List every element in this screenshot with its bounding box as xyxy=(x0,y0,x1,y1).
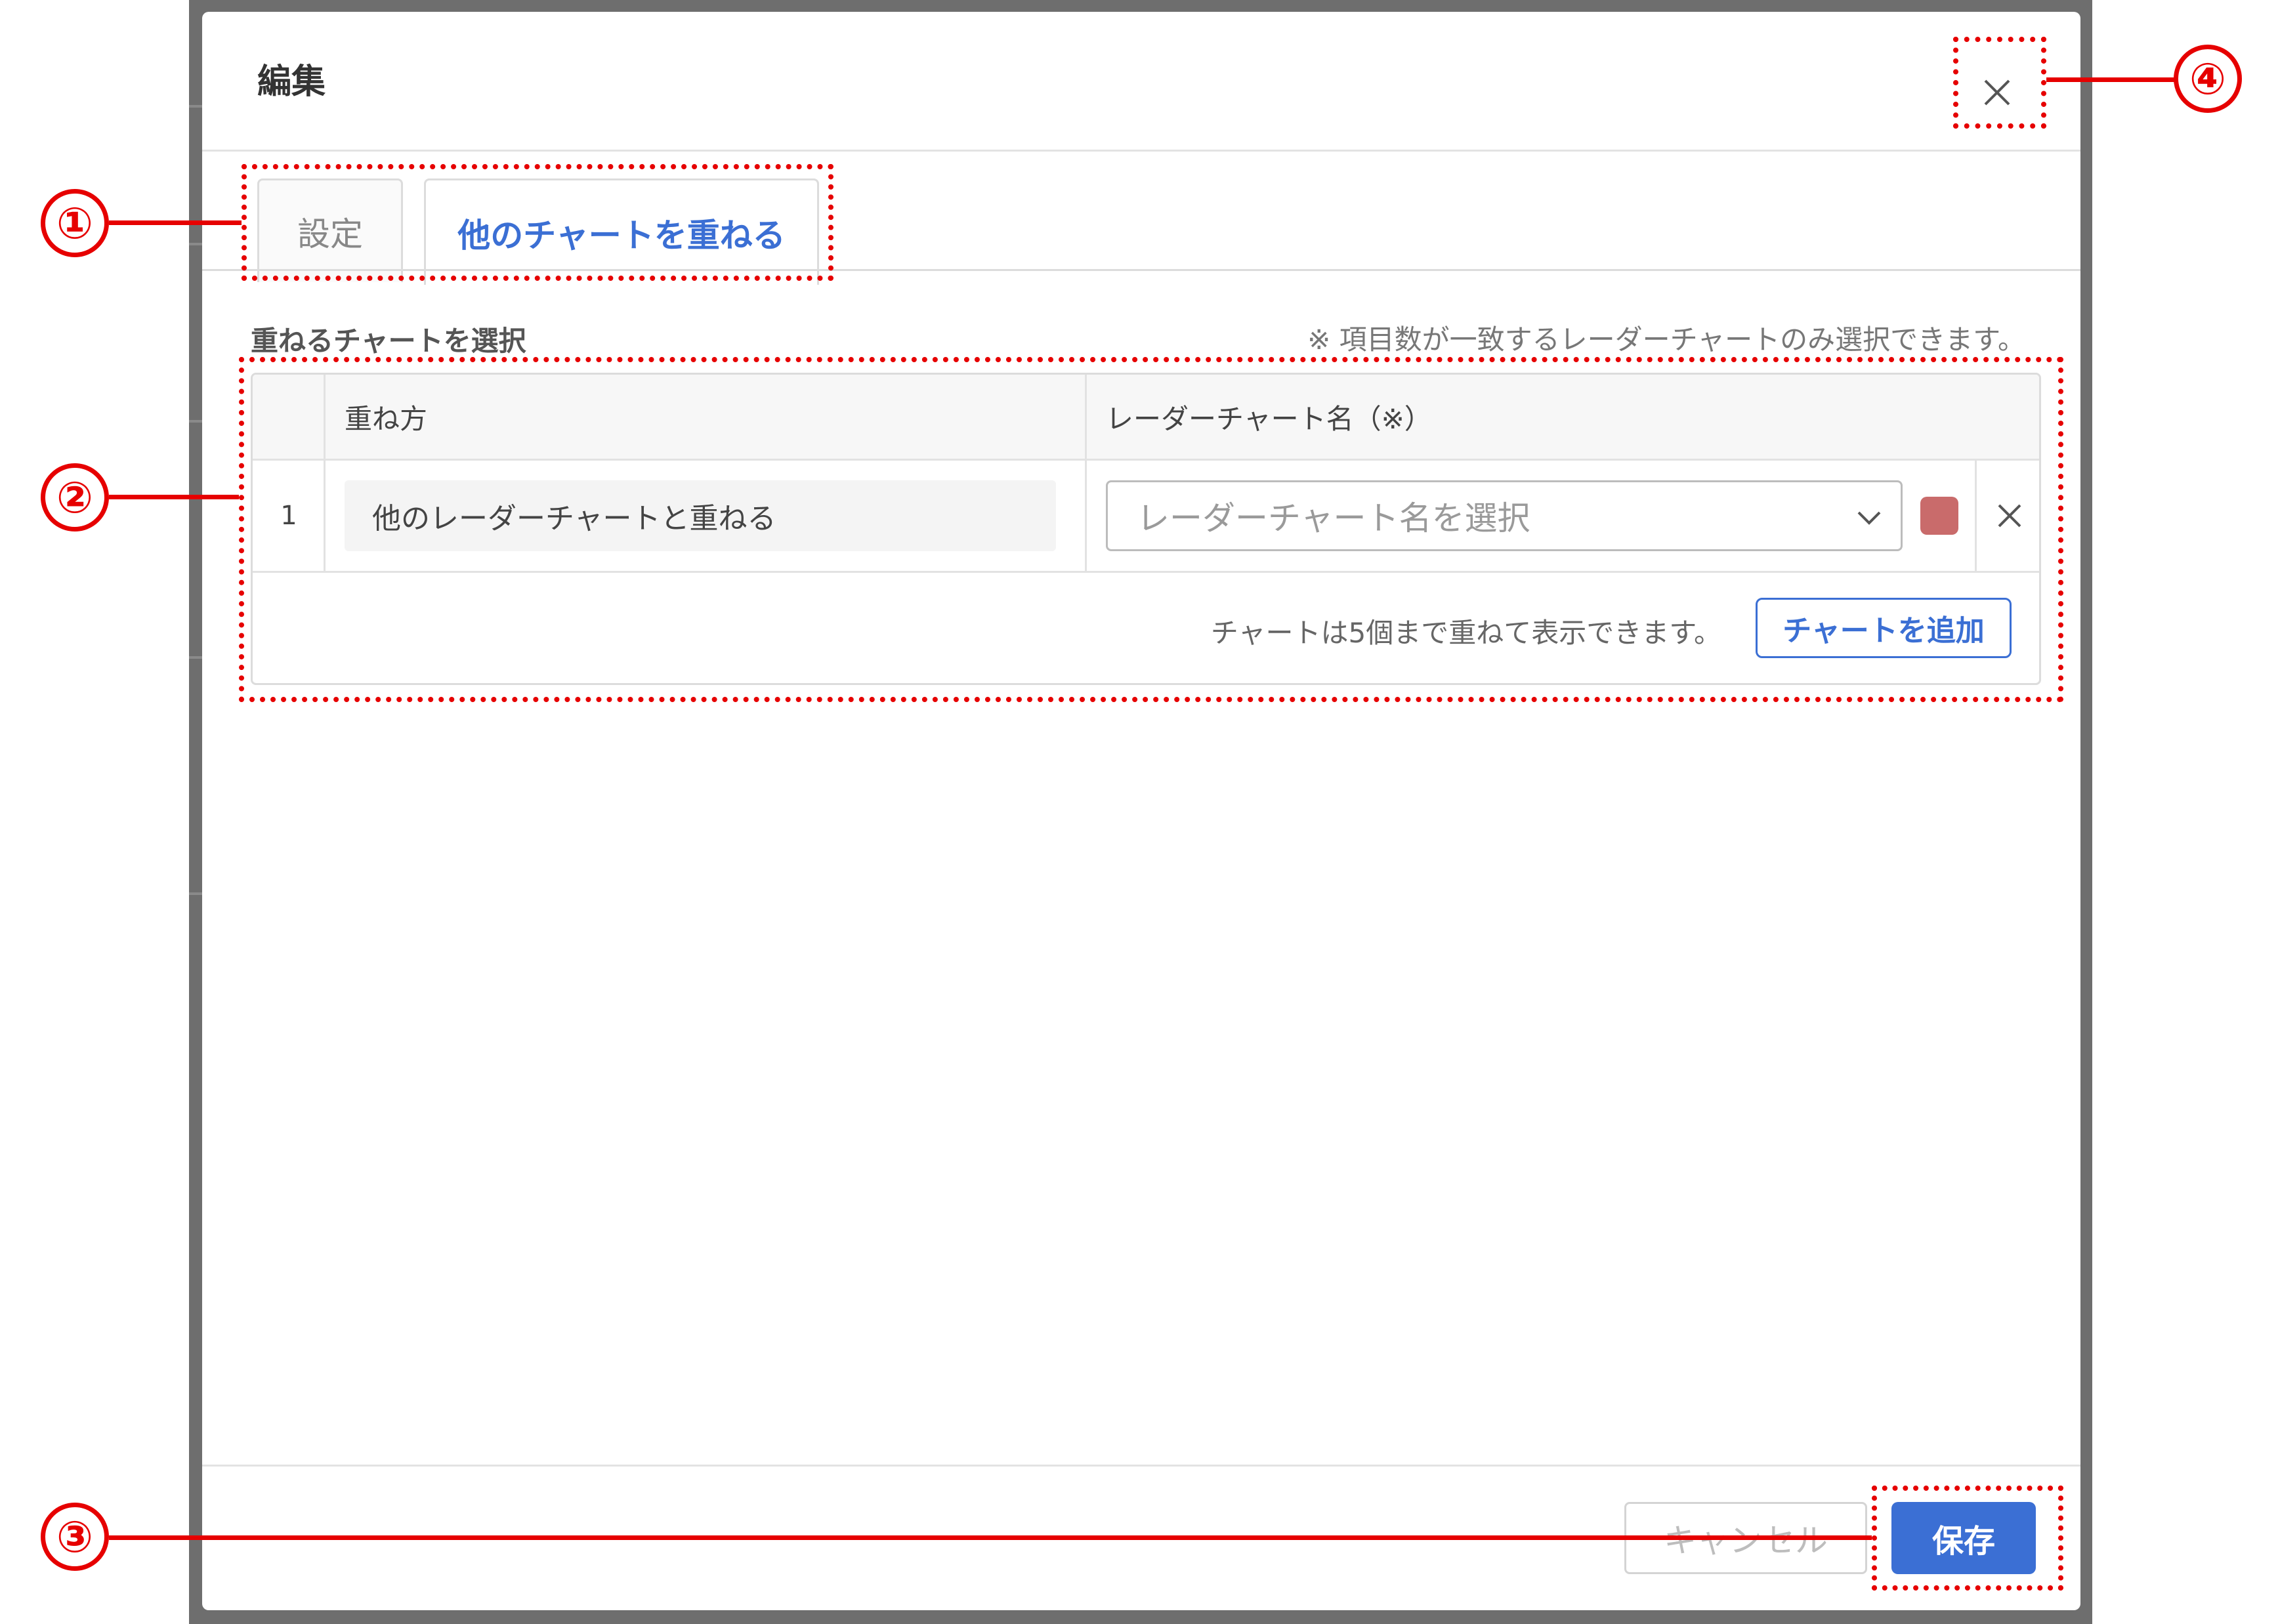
annotation-box-table xyxy=(239,357,2063,702)
annotation-box-save xyxy=(1872,1486,2063,1591)
backdrop-fragment xyxy=(189,243,202,245)
annotation-box-close xyxy=(1953,37,2046,129)
callout-3: ③ xyxy=(41,1503,109,1571)
backdrop-fragment xyxy=(189,892,202,895)
callout-2: ② xyxy=(41,463,109,531)
modal-header: 編集 xyxy=(202,12,2080,152)
backdrop-fragment xyxy=(189,105,202,108)
modal-title: 編集 xyxy=(257,62,326,102)
callout-line xyxy=(109,495,239,499)
section-title: 重ねるチャートを選択 xyxy=(251,325,526,357)
callout-line xyxy=(109,1535,1872,1540)
section-note: ※ 項目数が一致するレーダーチャートのみ選択できます。 xyxy=(1307,323,2025,356)
backdrop-fragment xyxy=(189,656,202,659)
annotation-box-tabs xyxy=(242,164,833,281)
backdrop-fragment xyxy=(189,420,202,423)
callout-4: ④ xyxy=(2174,45,2242,113)
callout-1: ① xyxy=(41,189,109,257)
callout-line xyxy=(109,220,242,225)
callout-line xyxy=(2046,77,2175,82)
